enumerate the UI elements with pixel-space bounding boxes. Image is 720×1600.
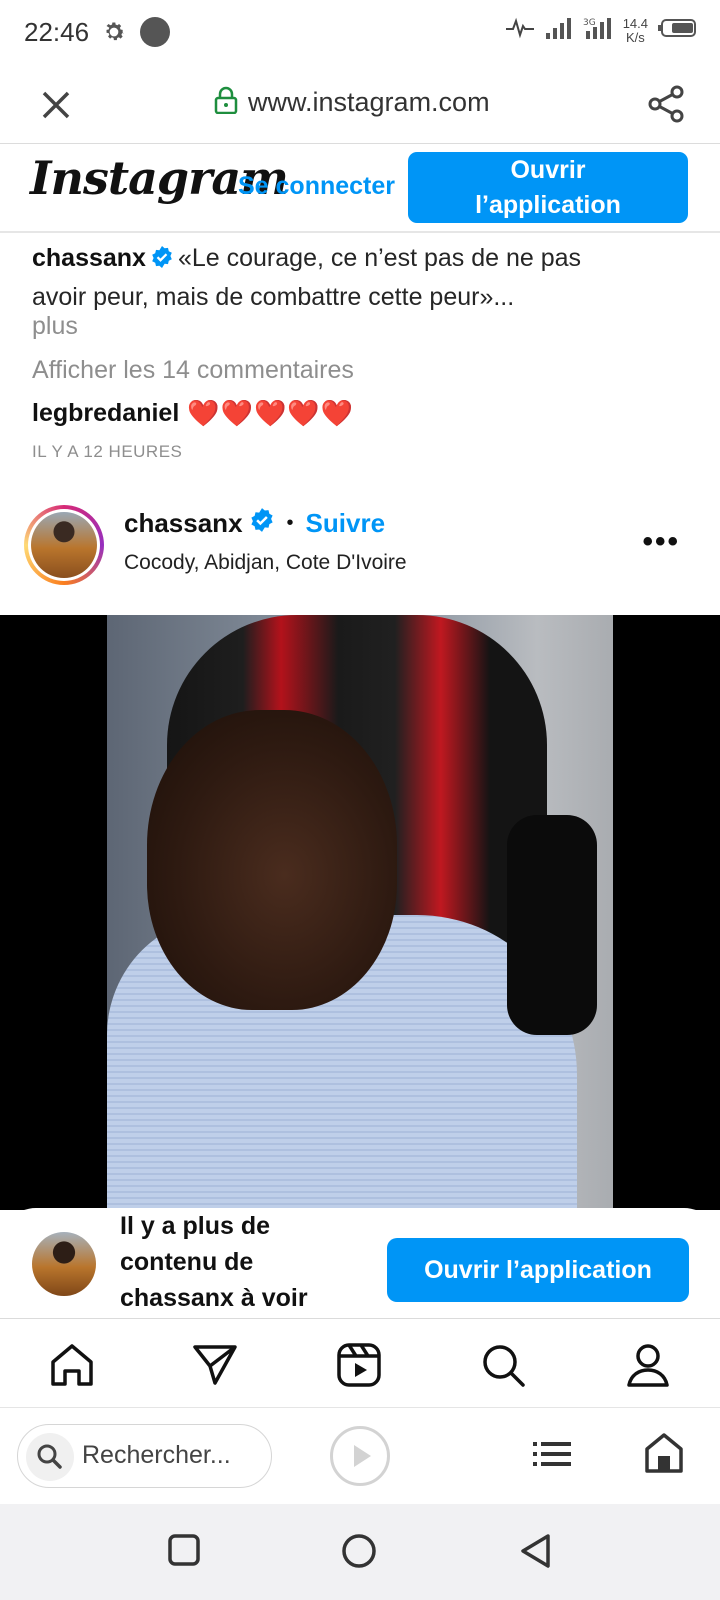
follow-button[interactable]: Suivre (306, 508, 386, 539)
android-nav-bar (0, 1504, 720, 1600)
battery-icon (658, 17, 698, 44)
banner-line3: chassanx à voir (120, 1284, 308, 1312)
caption-text-line2: avoir peur, mais de combattre cette peur… (32, 283, 515, 311)
speed-value: 14.4 (622, 15, 648, 31)
profile-icon[interactable] (624, 1341, 672, 1389)
open-app-button[interactable]: Ouvrir l’application (408, 152, 688, 223)
instagram-bottom-nav (0, 1318, 720, 1408)
open-app-line1: Ouvrir (510, 156, 586, 184)
search-icon[interactable] (479, 1341, 527, 1389)
activity-icon (505, 16, 535, 45)
banner-avatar (32, 1232, 96, 1296)
network-speed: 14.4 K/s (622, 15, 648, 45)
post-location[interactable]: Cocody, Abidjan, Cote D'Ivoire (124, 551, 407, 575)
direct-icon[interactable] (191, 1341, 239, 1389)
comment-text: ❤️❤️❤️❤️❤️ (187, 398, 355, 428)
avatar-image (31, 512, 97, 578)
speed-unit: K/s (625, 29, 645, 45)
more-options-icon[interactable]: ••• (642, 525, 680, 559)
recents-icon[interactable] (166, 1532, 202, 1573)
post-caption: chassanx «Le courage, ce n’est pas de ne … (32, 240, 682, 315)
separator-dot: • (286, 512, 294, 534)
post-media[interactable] (0, 615, 720, 1210)
banner-open-app-button[interactable]: Ouvrir l’application (387, 1238, 689, 1302)
more-content-banner: Il y a plus de contenu de chassanx à voi… (0, 1208, 720, 1318)
banner-text: Il y a plus de contenu de chassanx à voi… (120, 1208, 360, 1316)
banner-line2: contenu de (120, 1248, 254, 1276)
view-comments-link[interactable]: Afficher les 14 commentaires (32, 356, 354, 385)
reels-icon[interactable] (335, 1341, 383, 1389)
search-icon (26, 1433, 74, 1481)
back-icon[interactable] (518, 1532, 554, 1575)
search-placeholder: Rechercher... (82, 1441, 231, 1469)
close-icon[interactable] (38, 87, 74, 123)
play-icon[interactable] (330, 1426, 390, 1486)
lock-icon (214, 86, 238, 119)
share-icon[interactable] (646, 84, 686, 129)
status-icons: 3G 14.4 K/s (505, 16, 698, 45)
person-head (147, 710, 397, 1010)
verified-badge-icon (150, 243, 174, 279)
video-frame (107, 615, 613, 1210)
caption-more-link[interactable]: plus (32, 312, 78, 341)
login-link[interactable]: Se connecter (238, 172, 395, 201)
home-icon[interactable] (48, 1341, 96, 1389)
url-text: www.instagram.com (248, 87, 490, 117)
signal-icon (545, 16, 573, 45)
post-username[interactable]: chassanx (124, 508, 243, 539)
status-time: 22:46 (24, 17, 90, 47)
post-user-row: chassanx • Suivre (124, 507, 385, 540)
instagram-header: Instagram Se connecter Ouvrir l’applicat… (0, 145, 720, 233)
menu-list-icon[interactable] (533, 1440, 571, 1473)
browser-toolbar: Rechercher... (0, 1410, 720, 1504)
microphone (507, 815, 597, 1035)
comment-item: legbredaniel ❤️❤️❤️❤️❤️ (32, 398, 354, 429)
status-bar: 22:46 3G 14.4 K/s (0, 0, 720, 66)
banner-line1: Il y a plus de (120, 1212, 271, 1240)
avatar[interactable] (24, 505, 104, 585)
comment-username[interactable]: legbredaniel (32, 399, 179, 428)
home-circle-icon[interactable] (340, 1532, 378, 1575)
search-input[interactable]: Rechercher... (17, 1424, 272, 1488)
caption-username[interactable]: chassanx (32, 244, 146, 272)
address-field[interactable]: www.instagram.com (214, 86, 490, 119)
notification-dot (140, 17, 170, 47)
caption-text-line1: «Le courage, ce n’est pas de ne pas (177, 244, 582, 272)
open-app-line2: l’application (475, 191, 621, 219)
post-timestamp: IL Y A 12 HEURES (32, 442, 183, 461)
signal-3g-icon: 3G (583, 16, 613, 45)
browser-url-bar: www.instagram.com (0, 66, 720, 144)
gear-icon (101, 19, 127, 50)
post-header: chassanx • Suivre Cocody, Abidjan, Cote … (0, 495, 720, 587)
svg-text:3G: 3G (583, 18, 596, 28)
verified-badge-icon (249, 507, 275, 540)
browser-home-icon[interactable] (644, 1432, 684, 1479)
